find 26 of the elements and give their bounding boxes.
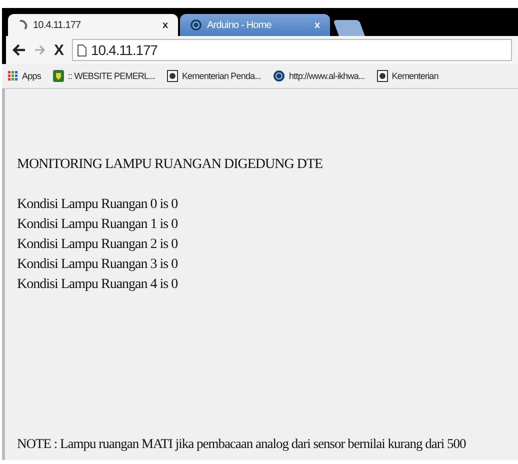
bookmark-link[interactable]: Kementerian [376,70,438,82]
status-line: Kondisi Lampu Ruangan 4 is 0 [17,276,179,294]
globe-icon [190,19,202,31]
note-text: NOTE : Lampu ruangan MATI jika pembacaan analog dari sensor bernilai kurang dari 500 [17,436,467,452]
page-icon [77,44,88,56]
new-tab-button[interactable] [333,20,365,36]
browser-tab[interactable]: 10.4.11.177 x [8,14,178,36]
status-line: Kondisi Lampu Ruangan 1 is 0 [17,216,179,234]
bookmark-link[interactable]: http://www.al-ikhwa... [273,70,365,82]
emblem-icon [376,70,388,82]
emblem-icon [166,70,178,82]
spinner-icon [18,19,28,31]
bookmark-link[interactable]: Apps [8,71,41,81]
close-button[interactable]: x [162,20,168,30]
page-heading: MONITORING LAMPU RUANGAN DIGEDUNG DTE [17,157,324,173]
shield-icon [52,70,64,82]
globe-icon [273,70,286,82]
apps-icon [8,71,18,81]
back-button[interactable] [12,44,26,56]
address-field[interactable]: 10.4.11.177 [72,39,512,61]
stop-button[interactable]: X [54,42,64,58]
status-line: Kondisi Lampu Ruangan 3 is 0 [17,256,179,274]
status-line: Kondisi Lampu Ruangan 0 is 0 [17,196,179,214]
status-line: Kondisi Lampu Ruangan 2 is 0 [17,236,179,254]
bookmark-link[interactable]: Kementerian Penda... [166,70,262,82]
bookmark-link[interactable]: :: WEBSITE PEMERL... [52,70,155,82]
